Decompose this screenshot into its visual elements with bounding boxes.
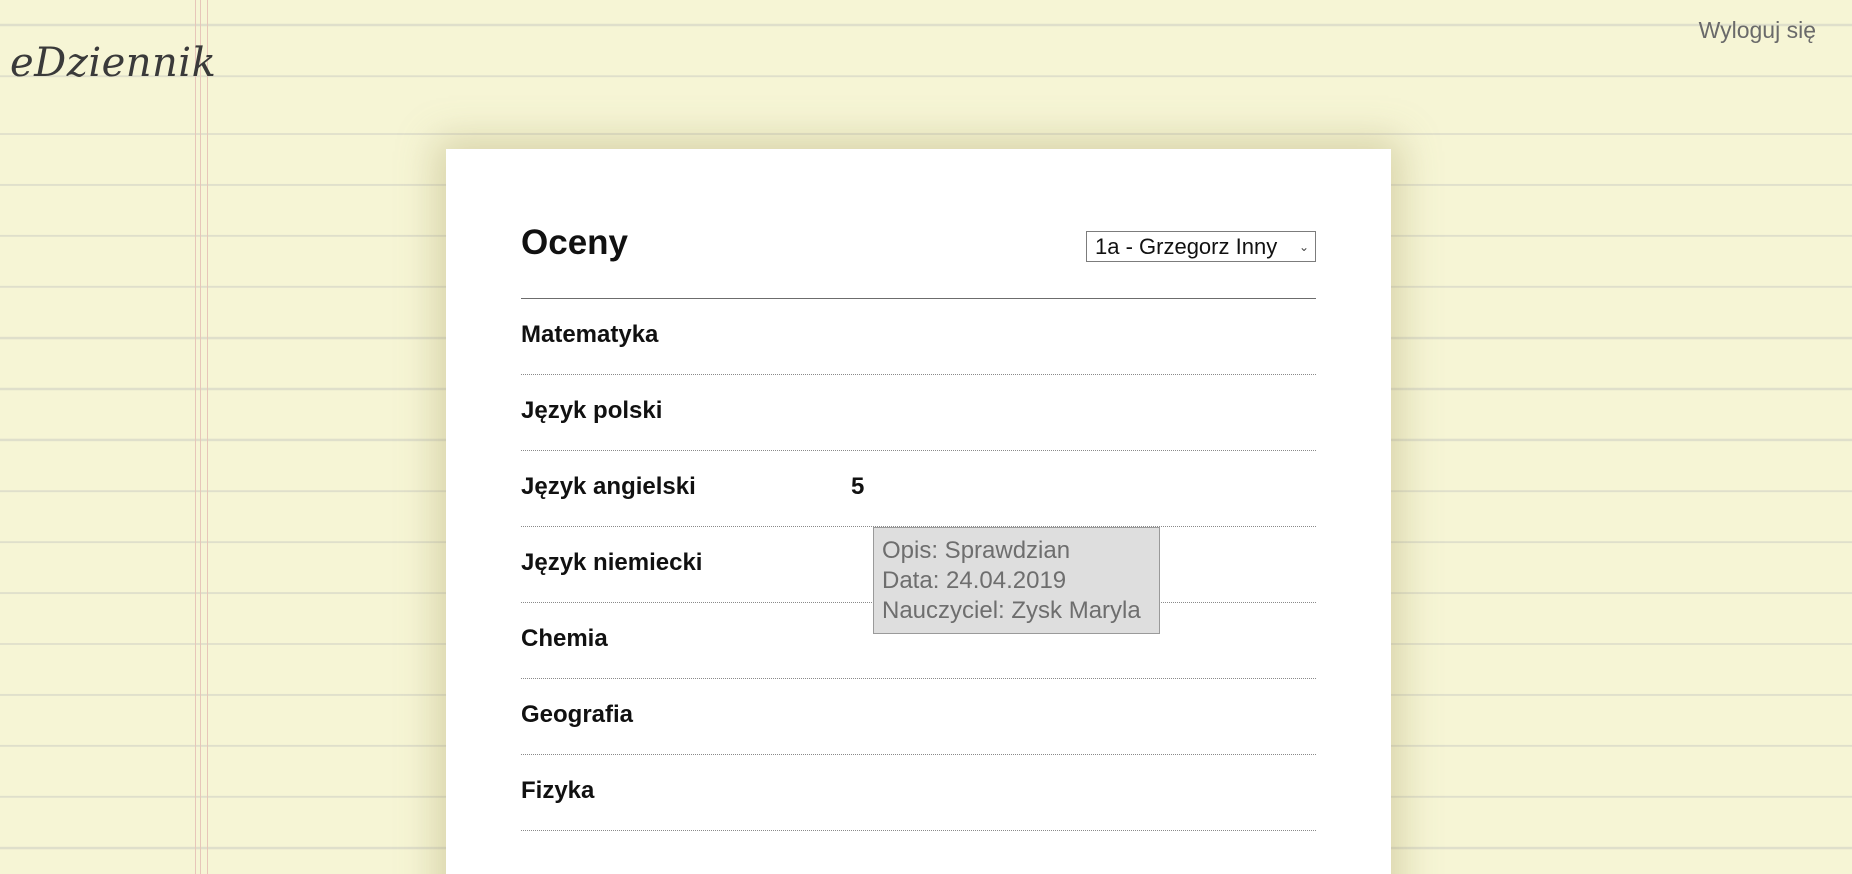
subject-row: Geografia	[521, 679, 1316, 755]
tooltip-description: Opis: Sprawdzian	[882, 537, 1071, 564]
subject-row: Fizyka	[521, 755, 1316, 831]
chevron-down-icon: ⌄	[1298, 240, 1309, 254]
grade-tooltip: Opis: Sprawdzian Data: 24.04.2019 Nauczy…	[873, 527, 1160, 634]
subject-name: Fizyka	[521, 777, 595, 804]
student-select-value: 1a - Grzegorz Inny	[1095, 234, 1278, 259]
subject-name: Język niemiecki	[521, 549, 703, 576]
subject-name: Chemia	[521, 625, 608, 652]
logout-link[interactable]: Wyloguj się	[1699, 17, 1816, 44]
subject-row: Język polski	[521, 375, 1316, 451]
margin-line	[200, 0, 201, 874]
subject-name: Język polski	[521, 397, 663, 424]
page-title: Oceny	[521, 223, 628, 262]
card-header: Oceny 1a - Grzegorz Inny ⌄	[521, 223, 1316, 299]
grade[interactable]: 5	[851, 473, 864, 501]
subject-name: Geografia	[521, 701, 634, 728]
student-select[interactable]: 1a - Grzegorz Inny ⌄	[1086, 231, 1316, 262]
subject-name: Matematyka	[521, 321, 659, 348]
margin-line	[195, 0, 196, 874]
tooltip-date: Data: 24.04.2019	[882, 567, 1067, 594]
grades-card: Oceny 1a - Grzegorz Inny ⌄ Matematyka Ję…	[446, 149, 1391, 874]
app-logo: eDziennik	[10, 40, 217, 86]
margin-line	[207, 0, 208, 874]
subject-row: Matematyka	[521, 299, 1316, 375]
tooltip-teacher: Nauczyciel: Zysk Maryla	[882, 597, 1141, 624]
subject-row: Język angielski 5	[521, 451, 1316, 527]
subject-name: Język angielski	[521, 473, 696, 500]
